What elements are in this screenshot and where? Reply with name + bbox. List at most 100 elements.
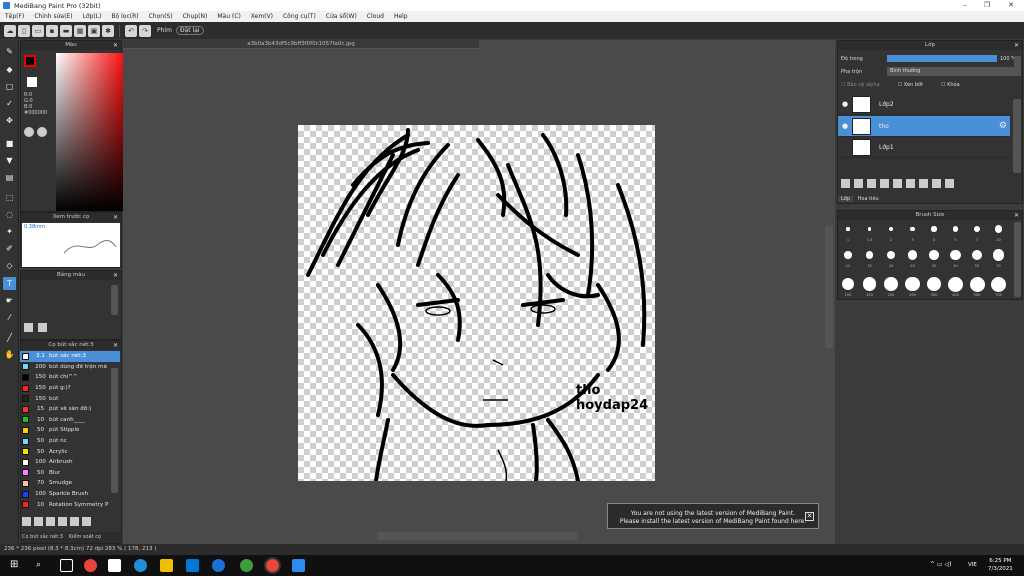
- rect-tool-icon[interactable]: ▢: [3, 80, 16, 93]
- brush-tool-icon[interactable]: ✎: [3, 45, 16, 58]
- select-pen-icon[interactable]: ✐: [3, 242, 16, 255]
- copy-icon[interactable]: [70, 517, 79, 526]
- brush-item[interactable]: 10 Rotation Symmetry P: [20, 499, 120, 510]
- chrome-icon[interactable]: [84, 559, 97, 572]
- operation-tool-icon[interactable]: ☛: [3, 294, 16, 307]
- save-icon[interactable]: ▪: [46, 24, 58, 37]
- new-file-icon[interactable]: ▯: [18, 24, 30, 37]
- layer-row[interactable]: Lớp1: [838, 137, 1010, 158]
- add-palette-icon[interactable]: [24, 323, 33, 332]
- zalo-icon[interactable]: [292, 559, 305, 572]
- menu-edit[interactable]: Chỉnh sửa(E): [29, 13, 77, 20]
- brush-size-option[interactable]: [841, 277, 855, 291]
- language-indicator[interactable]: VIE: [968, 562, 977, 568]
- maximize-button[interactable]: ❐: [976, 0, 998, 11]
- undo-icon[interactable]: ↶: [125, 24, 137, 37]
- upload-icon[interactable]: [22, 517, 31, 526]
- menu-cloud[interactable]: Cloud: [362, 13, 389, 20]
- lock-checkbox[interactable]: ☐ Khóa: [941, 82, 960, 88]
- folder-icon[interactable]: [906, 179, 915, 188]
- brush-item[interactable]: 150 pút g:)?: [20, 383, 120, 394]
- brush-item[interactable]: 100 Sparkle Brush: [20, 489, 120, 500]
- open-file-icon[interactable]: ▭: [32, 24, 44, 37]
- saturation-value-picker[interactable]: [56, 53, 128, 211]
- brush-size-option[interactable]: [950, 249, 961, 261]
- menu-color[interactable]: Màu (C): [212, 13, 245, 20]
- duplicate-layer-icon[interactable]: [880, 179, 889, 188]
- settings-icon[interactable]: ✱: [102, 24, 114, 37]
- tab-layer[interactable]: Lớp: [838, 196, 854, 202]
- document-tab[interactable]: a3b0a3b43df5c9bff3f0f0c1057fa0c.jpg: [123, 40, 479, 49]
- foreground-color-swatch[interactable]: [24, 55, 36, 67]
- brush-size-option[interactable]: [862, 277, 877, 291]
- add-layer-icon[interactable]: [841, 179, 850, 188]
- brush-size-option[interactable]: [905, 276, 920, 292]
- eye-icon[interactable]: ●: [838, 100, 852, 108]
- document-canvas[interactable]: tho hoydap24: [298, 125, 655, 483]
- trash-icon[interactable]: [38, 323, 47, 332]
- edge-icon[interactable]: [134, 559, 147, 572]
- select-tool-icon[interactable]: ✓: [3, 97, 16, 110]
- canvas-vertical-scrollbar[interactable]: [825, 226, 833, 348]
- layer-scrollbar[interactable]: [1013, 99, 1021, 173]
- ie-icon[interactable]: [212, 559, 225, 572]
- eye-icon[interactable]: ●: [838, 122, 852, 130]
- brush-size-option[interactable]: [931, 226, 937, 232]
- eyedropper-tool-icon[interactable]: ⁄: [3, 311, 16, 324]
- folder-icon[interactable]: [58, 517, 67, 526]
- move-tool-icon[interactable]: ✥: [3, 114, 16, 127]
- image-icon[interactable]: ▣: [88, 24, 100, 37]
- menu-help[interactable]: Help: [389, 13, 413, 20]
- windows-start-icon[interactable]: ⊞: [10, 560, 18, 570]
- gear-icon[interactable]: ⚙: [999, 121, 1007, 131]
- brush-size-option[interactable]: [991, 276, 1006, 292]
- redo-icon[interactable]: ↷: [139, 24, 151, 37]
- copy-icon[interactable]: [919, 179, 928, 188]
- minimize-button[interactable]: –: [954, 0, 976, 11]
- add-8bit-layer-icon[interactable]: [867, 179, 876, 188]
- palette-scrollbar[interactable]: [111, 285, 118, 315]
- brush-size-option[interactable]: [907, 250, 917, 260]
- fill-rect-icon[interactable]: ■: [3, 137, 16, 150]
- app-icon[interactable]: [240, 559, 253, 572]
- windows-store-icon[interactable]: [108, 559, 121, 572]
- brush-size-option[interactable]: [867, 227, 872, 231]
- brush-size-option[interactable]: [948, 276, 963, 292]
- layer-settings-icon[interactable]: [932, 179, 941, 188]
- layer-row-selected[interactable]: ● tho ⚙: [838, 116, 1010, 137]
- close-icon[interactable]: ✕: [113, 213, 118, 222]
- brush-size-option[interactable]: [910, 226, 915, 232]
- close-icon[interactable]: ✕: [113, 341, 118, 350]
- brush-size-option[interactable]: [929, 250, 939, 260]
- merge-down-icon[interactable]: [893, 179, 902, 188]
- brush-item[interactable]: 150 bút: [20, 393, 120, 404]
- file-explorer-icon[interactable]: [160, 559, 173, 572]
- reset-button[interactable]: Đặt lại: [175, 26, 204, 35]
- alpha-protect-checkbox[interactable]: ☐ Bảo vệ alpha: [841, 82, 880, 88]
- color-wheel-icon[interactable]: [24, 127, 34, 137]
- brush-item[interactable]: 50 pút nc: [20, 436, 120, 447]
- close-button[interactable]: ✕: [1000, 0, 1022, 11]
- system-tray-icon[interactable]: ^ ▭ ◁): [930, 561, 951, 568]
- brush-item[interactable]: 10 bút canh____: [20, 415, 120, 426]
- brush-size-option[interactable]: [846, 227, 850, 231]
- trash-icon[interactable]: [82, 517, 91, 526]
- close-icon[interactable]: ✕: [1014, 41, 1019, 50]
- task-view-icon[interactable]: [60, 559, 73, 572]
- color-mode-icon[interactable]: [37, 127, 47, 137]
- canvas-horizontal-scrollbar[interactable]: [377, 532, 577, 540]
- marquee-tool-icon[interactable]: ⬚: [3, 191, 16, 204]
- comment-icon[interactable]: ▬: [60, 24, 72, 37]
- brush-size-option[interactable]: [992, 249, 1005, 261]
- hand-tool-icon[interactable]: ✋: [3, 348, 16, 361]
- brush-size-option[interactable]: [969, 276, 985, 292]
- text-tool-icon[interactable]: T: [3, 277, 16, 290]
- tab-navigator[interactable]: Hoa tiêu: [855, 196, 882, 202]
- tab-brush[interactable]: Cọ bút sắc nét:3: [20, 534, 63, 540]
- select-eraser-icon[interactable]: ◇: [3, 259, 16, 272]
- brush-item[interactable]: 50 pút Stipple: [20, 425, 120, 436]
- brush-item[interactable]: 15 pút vẽ sàn đồ:): [20, 404, 120, 415]
- brush-settings-icon[interactable]: [46, 517, 55, 526]
- gradient-tool-icon[interactable]: ▤: [3, 171, 16, 184]
- clipping-checkbox[interactable]: ☐ Xén bớt: [898, 82, 923, 88]
